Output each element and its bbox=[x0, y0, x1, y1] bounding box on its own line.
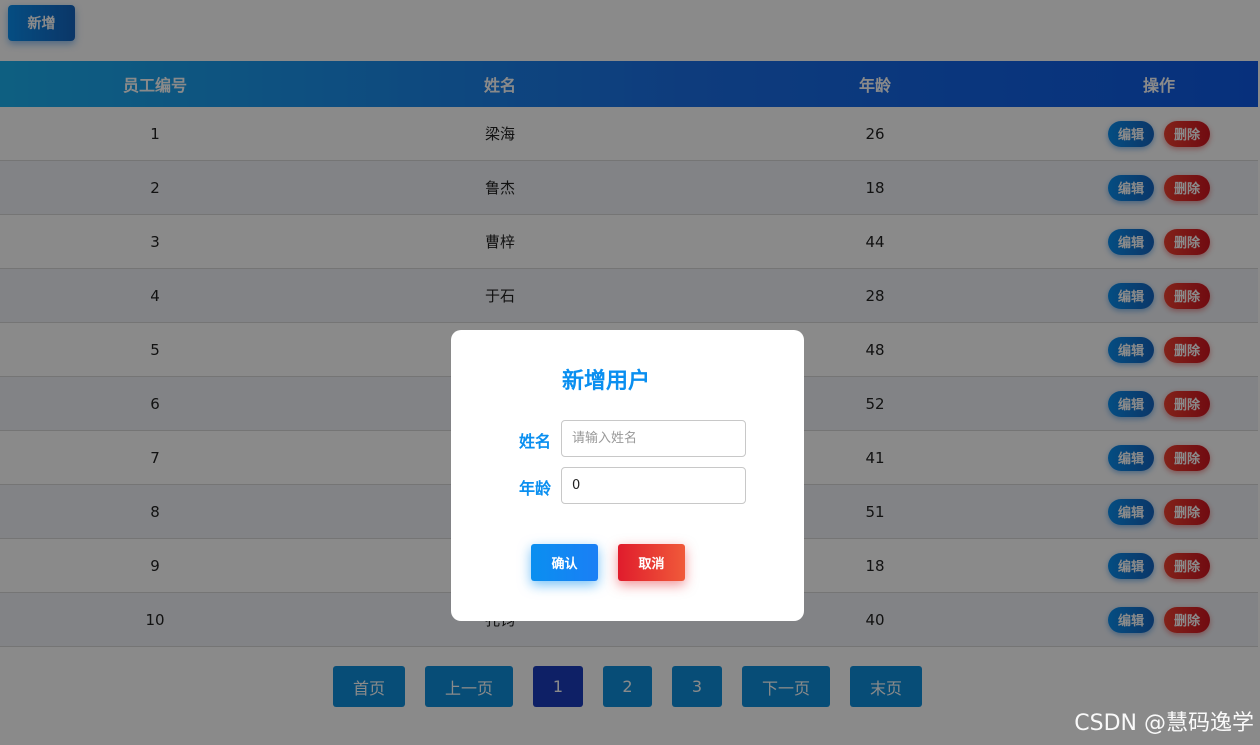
cancel-button[interactable]: 取消 bbox=[618, 544, 685, 581]
name-input[interactable] bbox=[561, 420, 746, 457]
confirm-button[interactable]: 确认 bbox=[531, 544, 598, 581]
age-label: 年龄 bbox=[518, 479, 551, 498]
add-user-dialog: 新增用户 姓名 年龄 确认 取消 bbox=[451, 330, 804, 621]
watermark: CSDN @慧码逸学 bbox=[1074, 711, 1254, 736]
age-input[interactable] bbox=[561, 467, 746, 504]
name-label: 姓名 bbox=[518, 432, 551, 451]
dialog-title: 新增用户 bbox=[561, 369, 650, 394]
